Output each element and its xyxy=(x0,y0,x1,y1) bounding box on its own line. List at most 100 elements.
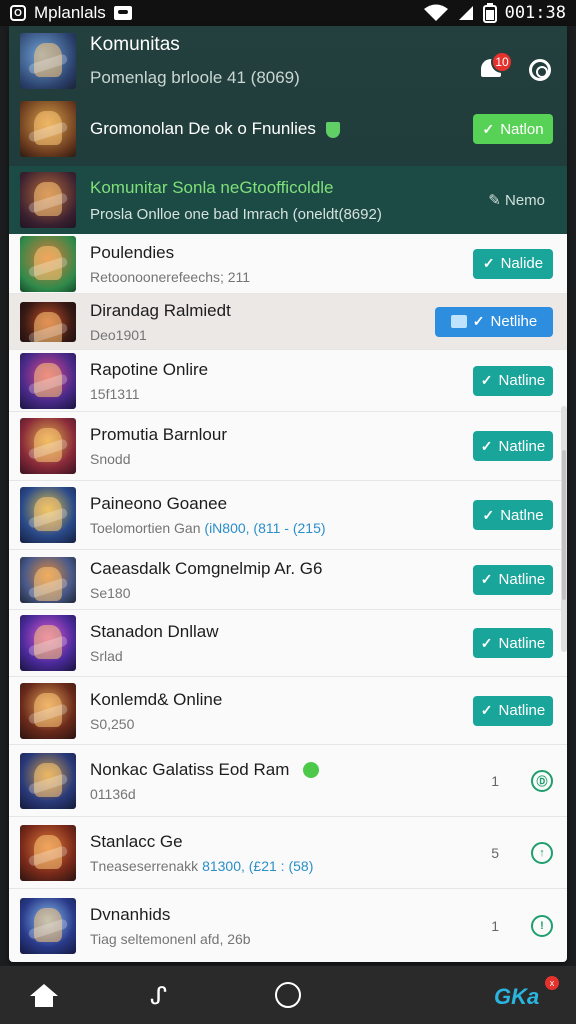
check-icon: ✓ xyxy=(480,634,493,651)
list-item[interactable]: Dirandag Ralmiedt Deo1901 ✓ Netlihe xyxy=(9,294,567,350)
featured-join-button[interactable]: ✓ Natlon xyxy=(473,114,553,144)
join-label: Nalide xyxy=(500,255,544,272)
selected-subtitle: Prosla Onlloe one bad Imrach (oneldt(869… xyxy=(90,205,382,223)
selected-title: Komunitar Sonla neGtoofficoldle xyxy=(90,177,334,197)
item-subtitle: Deo1901 xyxy=(90,326,147,343)
list-item[interactable]: Nonkac Galatiss Eod Ram 01136d 1 Ⓓ xyxy=(9,745,567,817)
item-stats: 81300, (£21 : (58) xyxy=(202,857,314,874)
item-title: Poulendies xyxy=(90,242,175,262)
game-thumbnail xyxy=(20,556,76,603)
featured-join-label: Natlon xyxy=(500,120,544,138)
join-button[interactable]: ✓ Nalide xyxy=(473,248,553,279)
item-subtitle: Srlad xyxy=(90,648,123,664)
game-thumbnail xyxy=(20,752,76,809)
member-count: 5 xyxy=(491,844,499,861)
notification-badge: 10 xyxy=(491,51,513,73)
wifi-icon xyxy=(423,4,448,21)
item-subtitle: Se180 xyxy=(90,584,131,601)
back-gesture-icon[interactable]: ᔑ xyxy=(150,982,167,1011)
item-subtitle: Snodd xyxy=(90,451,131,467)
join-label: Netlihe xyxy=(490,313,538,330)
item-subtitle: 15f1311 xyxy=(90,385,140,402)
join-button[interactable]: ✓ Natline xyxy=(473,564,553,595)
status-app-name: Mplanlals xyxy=(34,3,106,22)
game-thumbnail xyxy=(20,352,76,409)
game-thumbnail xyxy=(20,101,76,157)
join-label: Natline xyxy=(498,437,546,455)
featured-title: Gromonolan De ok o Fnunlies xyxy=(90,119,316,138)
list-item[interactable]: Stanadon Dnllaw Srlad ✓ Natline xyxy=(9,610,567,677)
header-row-main[interactable]: Komunitas Pomenlag brloole 41 (8069) 10 xyxy=(9,33,567,89)
item-subtitle: Tneaseserrenakk xyxy=(90,857,203,874)
item-subtitle: 01136d xyxy=(90,785,136,802)
game-thumbnail xyxy=(20,301,76,342)
list-item[interactable]: Konlemd& Online S0,250 ✓ Natline xyxy=(9,677,567,745)
join-button[interactable]: ✓ Natline xyxy=(473,695,553,726)
header-subtitle: Pomenlag brloole 41 (8069) xyxy=(90,68,300,87)
item-title: Dvnanhids xyxy=(90,904,171,924)
item-title: Promutia Barnlour xyxy=(90,425,228,444)
join-label: Natlne xyxy=(500,506,544,524)
upload-icon[interactable]: ↑ xyxy=(531,841,553,864)
list-item[interactable]: Poulendies Retoonoonerefeechs; 211 ✓ Nalid… xyxy=(9,234,567,294)
header-title: Komunitas xyxy=(90,34,180,55)
list-item[interactable]: Stanlacc Ge Tneaseserrenakk 81300, (£21 :… xyxy=(9,817,567,889)
header-row-selected[interactable]: Komunitar Sonla neGtoofficoldle Prosla O… xyxy=(9,166,567,234)
join-button[interactable]: ✓ Natlne xyxy=(473,500,553,530)
panel-header: Komunitas Pomenlag brloole 41 (8069) 10 … xyxy=(9,26,567,234)
list-item[interactable]: Dvnanhids Tiag seltemonenl afd, 26b 1! xyxy=(9,889,567,962)
check-icon: ✓ xyxy=(472,313,485,329)
game-thumbnail xyxy=(20,418,76,474)
status-time: 001:38 xyxy=(504,3,566,23)
list-item[interactable]: Promutia Barnlour Snodd ✓ Natline xyxy=(9,412,567,481)
item-subtitle: Retoonoonerefeechs; 211 xyxy=(90,268,251,285)
item-subtitle: Toelomortien Gan xyxy=(90,520,205,536)
notification-icon xyxy=(113,6,132,20)
selected-action[interactable]: ✎ Nemo xyxy=(488,191,545,209)
home-circle-icon[interactable] xyxy=(275,982,301,1008)
status-ring-icon[interactable]: Ⓓ xyxy=(531,769,553,792)
item-title: Paineono Goanee xyxy=(90,494,228,513)
item-title: Dirandag Ralmiedt xyxy=(90,300,231,320)
app-shortcut[interactable]: GKa xyxy=(494,984,539,1010)
item-subtitle: S0,250 xyxy=(90,715,135,732)
settings-gear-icon[interactable] xyxy=(529,59,551,81)
list-item[interactable]: Rapotine Onlire 15f1311 ✓ Natline xyxy=(9,350,567,412)
game-thumbnail xyxy=(20,235,76,292)
item-title: Stanlacc Ge xyxy=(90,831,183,851)
join-label: Natline xyxy=(498,702,546,719)
bottom-navigation-bar: ᔑ GKa x xyxy=(0,966,576,1024)
list-item[interactable]: Paineono Goanee Toelomortien Gan (iN800, … xyxy=(9,481,567,550)
header-row-featured[interactable]: Gromonolan De ok o Fnunlies ✓ Natlon xyxy=(9,101,567,157)
member-count: 1 xyxy=(491,917,499,934)
join-button[interactable]: ✓ Natline xyxy=(473,628,553,658)
battery-icon xyxy=(482,3,497,23)
phone-screen: O Mplanlals 001:38 Komunitas Pomenlag br… xyxy=(0,0,576,1024)
item-subtitle: Tiag seltemonenl afd, 26b xyxy=(90,930,251,947)
item-title: Stanadon Dnllaw xyxy=(90,622,219,641)
status-bar: O Mplanlals 001:38 xyxy=(0,0,576,26)
info-icon[interactable]: ! xyxy=(531,914,553,937)
scrollbar[interactable] xyxy=(561,406,567,652)
home-icon[interactable] xyxy=(30,984,58,1007)
pencil-icon: ✎ xyxy=(488,192,505,209)
check-icon: ✓ xyxy=(480,571,493,587)
game-thumbnail xyxy=(20,487,76,543)
join-label: Natline xyxy=(498,372,546,389)
join-button[interactable]: ✓ Netlihe xyxy=(435,306,553,337)
item-title: Nonkac Galatiss Eod Ram xyxy=(90,759,290,779)
join-button[interactable]: ✓ Natline xyxy=(473,431,553,461)
join-label: Natline xyxy=(498,571,546,588)
item-title: Caeasdalk Comgnelmip Ar. G6 xyxy=(90,558,323,578)
game-thumbnail xyxy=(20,682,76,739)
check-icon: ✓ xyxy=(482,120,495,137)
check-icon: ✓ xyxy=(482,506,495,523)
notifications-button[interactable]: 10 xyxy=(479,51,513,79)
item-title: Rapotine Onlire xyxy=(90,359,209,379)
member-count: 1 xyxy=(491,772,499,789)
join-button[interactable]: ✓ Natline xyxy=(473,365,553,396)
list-item[interactable]: Caeasdalk Comgnelmip Ar. G6 Se180 ✓ Natlin… xyxy=(9,550,567,610)
check-icon: ✓ xyxy=(480,702,493,718)
game-thumbnail xyxy=(20,897,76,954)
check-icon: ✓ xyxy=(480,437,493,454)
